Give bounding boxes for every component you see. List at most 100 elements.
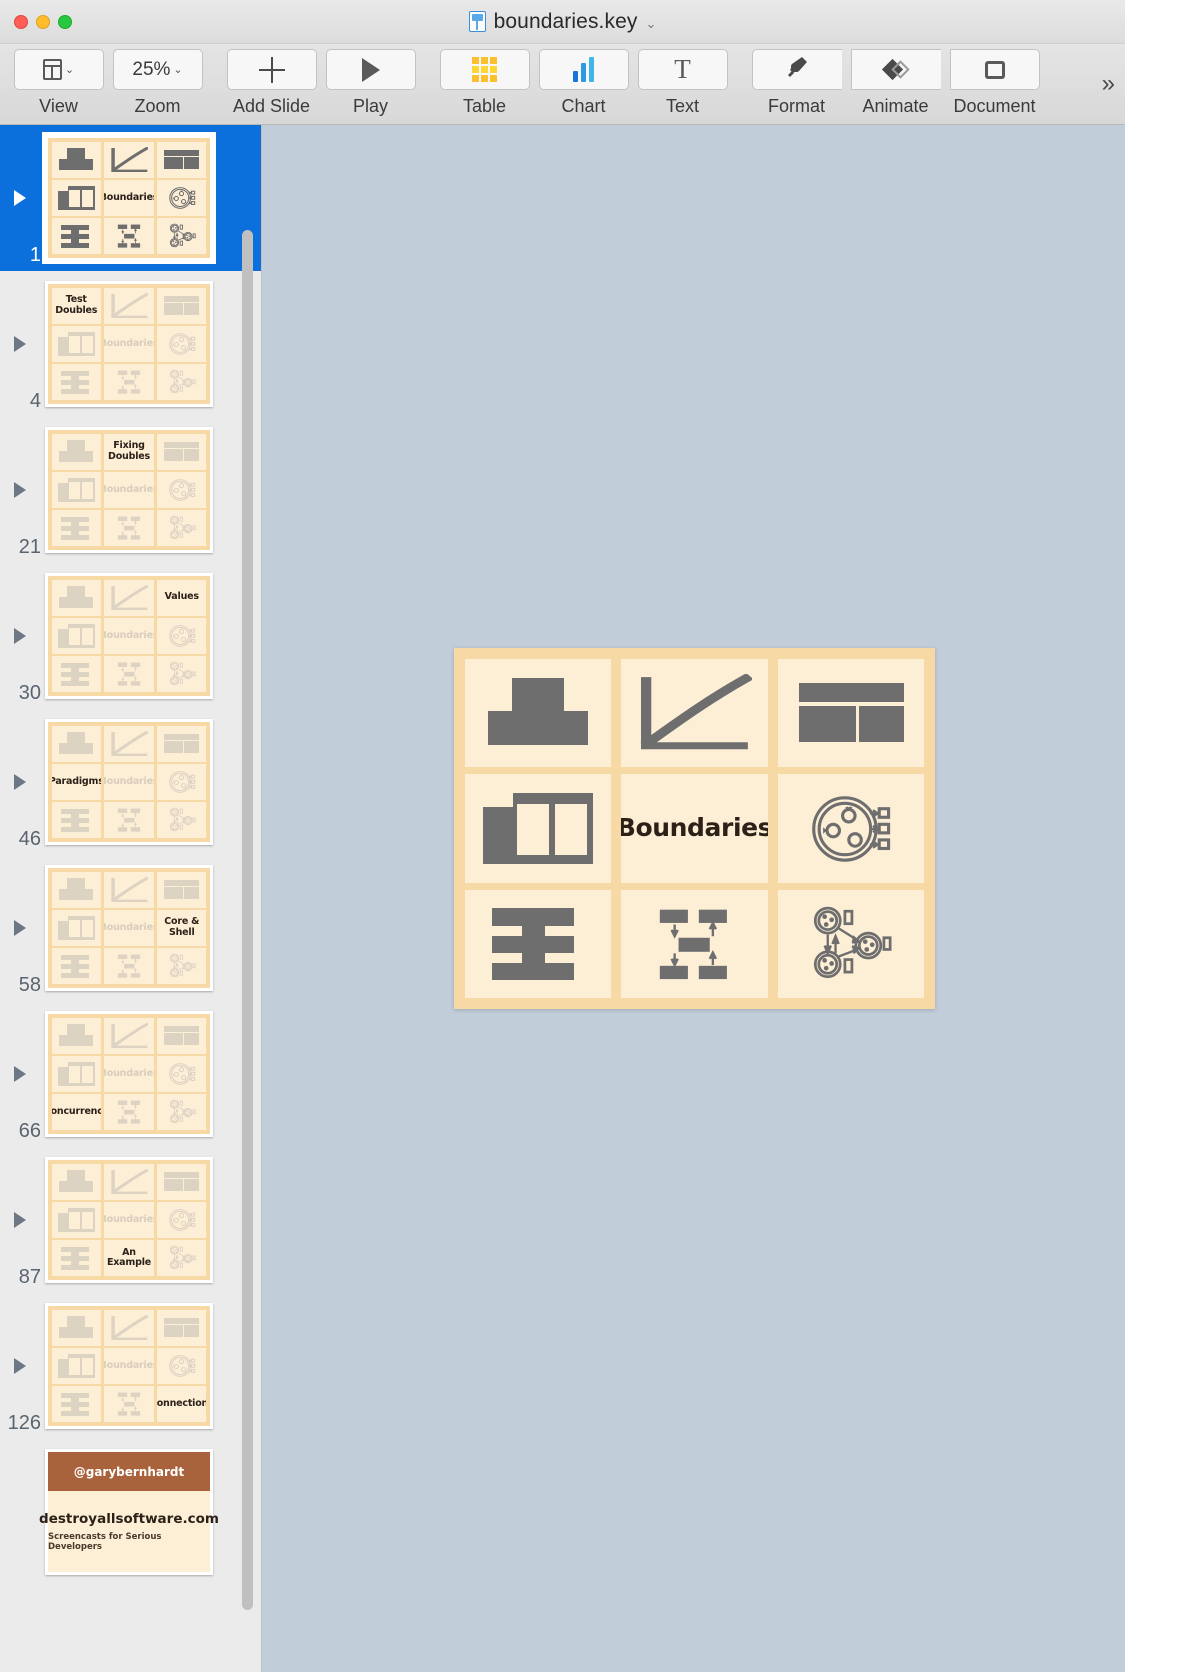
interleaved-bars-icon <box>57 1391 95 1417</box>
add-slide-button[interactable] <box>226 49 317 90</box>
grid-cell <box>621 658 768 767</box>
slide-navigator[interactable]: 1 Boundaries 4 TestDoubles Boundaries 21 Fixin… <box>0 125 262 1672</box>
circle-dots-boxes-icon <box>163 1207 202 1233</box>
text-button[interactable]: T <box>637 49 728 90</box>
slide-thumbnail-row[interactable]: 46 ParadigmsBoundaries <box>0 709 261 855</box>
paintbrush-icon <box>784 54 810 85</box>
document-title-area: boundaries.key ⌄ <box>0 10 1125 34</box>
promo-slide-thumbnail[interactable]: @garybernhardt destroyallsoftware.com Scre… <box>39 1449 219 1575</box>
exponential-curve-icon <box>110 1022 149 1049</box>
slide-thumbnail-row[interactable]: 87 Boundaries AnExample <box>0 1147 261 1293</box>
slide-number: 30 <box>18 682 41 704</box>
grid-cell <box>157 764 207 800</box>
grid-cell <box>777 774 925 883</box>
grid-cell <box>104 656 154 693</box>
disclosure-triangle-icon[interactable] <box>14 482 26 498</box>
toolbar-text[interactable]: T Text <box>633 44 732 117</box>
maximize-button[interactable] <box>58 14 72 29</box>
text-t-icon: T <box>674 54 691 85</box>
slide-center-ghost-label: Boundaries <box>104 775 153 787</box>
slide-canvas-area[interactable]: Boundaries <box>262 125 1125 1672</box>
slide-thumbnail-row[interactable]: 126 Boundaries Connections <box>0 1293 261 1439</box>
slide-thumbnail-row[interactable]: 30 Values Boundaries <box>0 563 261 709</box>
exponential-curve-icon <box>110 1168 149 1195</box>
slide-thumbnail-row[interactable]: 58 Boundaries Core &Shell <box>0 855 261 1001</box>
toolbar-animate[interactable]: Animate <box>846 44 945 117</box>
slide-icon-grid: Boundaries Concurrency <box>48 1014 210 1134</box>
interleaved-bars-icon <box>57 223 95 249</box>
slide-thumbnail[interactable]: Boundaries <box>45 135 213 261</box>
slide-thumbnail-wrap: FixingDoubles Boundaries <box>45 417 261 563</box>
grid-cell <box>157 287 207 324</box>
slide-thumbnail[interactable]: Values Boundaries <box>45 573 213 699</box>
toolbar-overflow-button[interactable]: » <box>1102 70 1115 98</box>
toolbar-label-format: Format <box>767 96 825 116</box>
promo-slide-row[interactable]: @garybernhardt destroyallsoftware.com Scre… <box>0 1439 261 1585</box>
slide-thumbnail[interactable]: FixingDoubles Boundaries <box>45 427 213 553</box>
toolbar-table[interactable]: Table <box>435 44 534 117</box>
slide-thumbnail[interactable]: Boundaries Core &Shell <box>45 865 213 991</box>
grid-cell <box>464 890 612 999</box>
minimize-button[interactable] <box>36 14 50 29</box>
grid-cell <box>157 725 207 762</box>
slide-thumbnail[interactable]: Boundaries Concurrency <box>45 1011 213 1137</box>
animate-button[interactable] <box>850 49 941 90</box>
slide-thumbnail[interactable]: Boundaries AnExample <box>45 1157 213 1283</box>
document-button[interactable] <box>949 49 1040 90</box>
view-button[interactable]: ⌄ <box>13 49 104 90</box>
sidebar-scrollbar-thumb[interactable] <box>242 230 253 1610</box>
play-button[interactable] <box>325 49 416 90</box>
toolbar-add-slide[interactable]: Add Slide <box>222 44 321 117</box>
slide-thumbnail-row[interactable]: 4 TestDoubles Boundaries <box>0 271 261 417</box>
flow-boxes-arrows-icon <box>110 369 149 395</box>
grid-cell: Boundaries <box>104 910 154 946</box>
disclosure-triangle-icon[interactable] <box>14 774 26 790</box>
slide-thumbnail-wrap: Boundaries <box>45 125 261 271</box>
grid-cell: Boundaries <box>104 326 154 362</box>
slide-center-ghost-label: Boundaries <box>104 1359 153 1371</box>
slide-thumbnail[interactable]: Boundaries Connections <box>45 1303 213 1429</box>
chart-button[interactable] <box>538 49 629 90</box>
flow-boxes-arrows-icon <box>637 905 751 983</box>
grid-cell <box>51 910 101 946</box>
disclosure-triangle-icon[interactable] <box>14 628 26 644</box>
disclosure-triangle-icon[interactable] <box>14 1066 26 1082</box>
toolbar-document[interactable]: Document <box>945 44 1044 117</box>
slide-thumbnail-row[interactable]: 66 Boundaries Concurrency <box>0 1001 261 1147</box>
slide-thumbnail[interactable]: TestDoubles Boundaries <box>45 281 213 407</box>
toolbar-format[interactable]: Format <box>747 44 846 117</box>
toolbar-label-chart: Chart <box>561 96 606 116</box>
sidebar-scrollbar-track[interactable] <box>242 230 253 1660</box>
close-button[interactable] <box>14 14 28 29</box>
disclosure-triangle-icon[interactable] <box>14 1212 26 1228</box>
slide-thumbnail[interactable]: ParadigmsBoundaries <box>45 719 213 845</box>
toolbar-view[interactable]: ⌄ View <box>9 44 108 117</box>
current-slide[interactable]: Boundaries <box>454 648 935 1009</box>
table-button[interactable] <box>439 49 530 90</box>
disclosure-triangle-icon[interactable] <box>14 920 26 936</box>
chevron-down-icon[interactable]: ⌄ <box>645 16 656 32</box>
disclosure-triangle-icon[interactable] <box>14 1358 26 1374</box>
slide-thumbnail-wrap: Values Boundaries <box>45 563 261 709</box>
toolbar-label-document: Document <box>953 96 1036 116</box>
zoom-button[interactable]: 25% ⌄ <box>112 49 203 90</box>
slide-row-gutter <box>0 1439 45 1585</box>
disclosure-triangle-icon[interactable] <box>14 336 26 352</box>
slide-number: 46 <box>18 828 41 850</box>
toolbar-chart[interactable]: Chart <box>534 44 633 117</box>
grid-cell <box>51 1056 101 1092</box>
grid-cell: Boundaries <box>104 472 154 508</box>
slide-icon-grid: TestDoubles Boundaries <box>48 284 210 404</box>
grid-cell <box>51 579 101 616</box>
slide-row-gutter: 4 <box>0 271 45 417</box>
slide-thumbnail-row[interactable]: 1 Boundaries <box>0 125 261 271</box>
grid-cell <box>157 510 207 547</box>
toolbar-zoom[interactable]: 25% ⌄ Zoom <box>108 44 207 117</box>
disclosure-triangle-icon[interactable] <box>14 190 26 206</box>
sidebar-panels-icon <box>57 477 95 503</box>
grid-cell <box>104 1309 154 1346</box>
format-button[interactable] <box>751 49 842 90</box>
toolbar-play[interactable]: Play <box>321 44 420 117</box>
slide-thumbnail-row[interactable]: 21 FixingDoubles Boundaries <box>0 417 261 563</box>
grid-cell <box>157 180 207 216</box>
